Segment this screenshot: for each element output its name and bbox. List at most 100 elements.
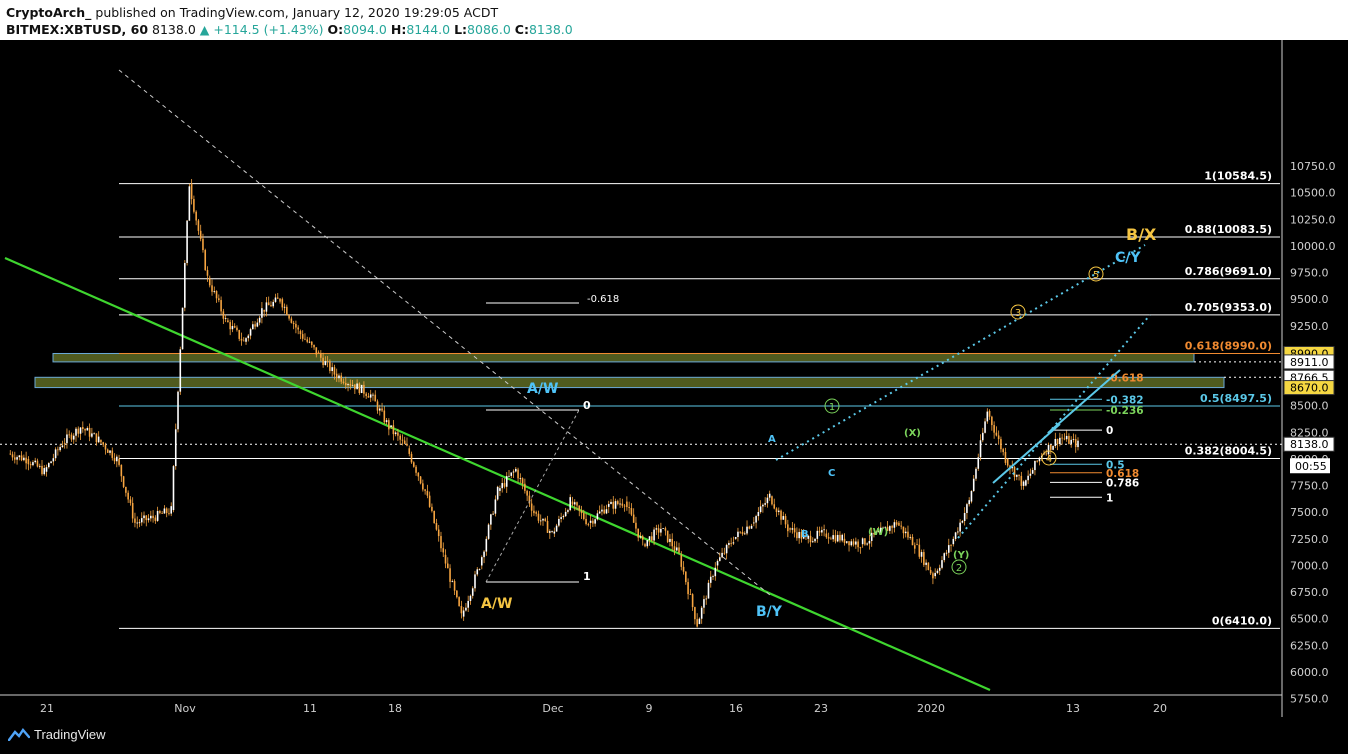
candle-body xyxy=(274,297,277,302)
candle-body xyxy=(381,408,383,411)
candle-body xyxy=(120,464,123,477)
wave-label: A xyxy=(768,434,776,445)
candle-body xyxy=(91,433,93,437)
low-value: 8086.0 xyxy=(467,22,511,37)
candle-body xyxy=(297,327,299,330)
candle-body xyxy=(592,520,594,524)
candle-body xyxy=(845,541,848,543)
candle-body xyxy=(116,456,118,462)
candle-body xyxy=(462,610,465,617)
candle-body xyxy=(77,428,80,434)
candle-body xyxy=(626,501,628,508)
price-chart[interactable]: 1(10584.5) 0.88(10083.5) 0.786(9691.0) 0.70… xyxy=(0,40,1348,717)
candle-body xyxy=(834,535,837,542)
candle-body xyxy=(458,597,460,607)
candle-body xyxy=(197,220,200,231)
candle-body xyxy=(238,330,241,339)
candle-body xyxy=(1074,439,1077,448)
candle-body xyxy=(950,545,952,546)
candle-body xyxy=(902,526,905,534)
candle-body xyxy=(954,532,957,539)
high-value: 8144.0 xyxy=(406,22,451,37)
candle-body xyxy=(52,458,55,462)
wave-circle-label: 5 xyxy=(1093,270,1099,281)
candle-body xyxy=(220,300,222,312)
candle-body xyxy=(535,512,537,514)
candle-body xyxy=(671,538,674,547)
candle-body xyxy=(773,504,776,509)
candle-body xyxy=(354,384,356,390)
fib-small-label: 1 xyxy=(583,570,591,583)
candle-body xyxy=(936,570,939,573)
candle-body xyxy=(394,432,397,435)
candle-body xyxy=(256,322,259,327)
candle-body xyxy=(415,466,417,473)
candle-body xyxy=(231,326,234,330)
candle-body xyxy=(276,297,279,299)
candle-body xyxy=(211,285,213,292)
candle-body xyxy=(93,433,95,435)
candle-body xyxy=(639,536,642,538)
candle-body xyxy=(424,489,426,491)
candle-body xyxy=(916,544,918,545)
price-tick-label: 5750.0 xyxy=(1290,693,1329,706)
candle-body xyxy=(832,535,834,540)
candle-body xyxy=(483,551,485,558)
candle-body xyxy=(233,326,236,328)
tradingview-brand[interactable]: TradingView xyxy=(34,727,106,742)
candle-body xyxy=(72,435,75,440)
candle-body xyxy=(619,503,621,505)
candle-body xyxy=(1029,473,1032,476)
candle-body xyxy=(553,531,556,534)
candle-body xyxy=(349,384,352,386)
fib-small-label: -0.618 xyxy=(587,294,619,305)
projection-fib-label: 1 xyxy=(1106,492,1113,504)
candle-body xyxy=(934,572,936,577)
candle-body xyxy=(861,538,864,545)
candle-body xyxy=(315,347,318,355)
candle-body xyxy=(798,531,800,539)
candle-body xyxy=(356,383,358,390)
candle-body xyxy=(605,509,608,514)
candle-body xyxy=(378,408,381,411)
price-tag-label: 8670.0 xyxy=(1290,382,1329,395)
candle-body xyxy=(351,385,354,387)
candle-body xyxy=(240,338,243,341)
candle-body xyxy=(537,513,540,521)
candle-body xyxy=(573,502,576,505)
candle-body xyxy=(308,341,311,343)
candle-body xyxy=(1068,435,1070,444)
fib-level-label: 0.5(8497.5) xyxy=(1200,392,1272,405)
candle-body xyxy=(687,582,689,595)
candle-body xyxy=(68,434,71,436)
candle-body xyxy=(730,542,732,544)
candle-body xyxy=(150,515,152,519)
candle-body xyxy=(766,497,769,504)
candle-body xyxy=(444,554,447,564)
candle-body xyxy=(653,529,655,541)
candle-body xyxy=(118,458,120,465)
candle-body xyxy=(374,394,377,402)
candle-body xyxy=(947,545,950,553)
candle-body xyxy=(986,411,989,422)
candle-body xyxy=(526,490,528,496)
candle-body xyxy=(610,501,612,504)
candle-body xyxy=(680,554,683,567)
fib-level-label: 0.382(8004.5) xyxy=(1185,444,1272,457)
candle-body xyxy=(25,457,27,464)
candle-body xyxy=(254,324,256,327)
candle-body xyxy=(202,238,204,251)
candle-body xyxy=(821,530,823,533)
author-name[interactable]: CryptoArch_ xyxy=(6,5,91,20)
candle-body xyxy=(929,569,932,574)
candle-body xyxy=(632,514,635,523)
candle-body xyxy=(580,510,583,514)
candle-body xyxy=(612,501,615,509)
candle-body xyxy=(204,250,207,271)
candle-body xyxy=(487,524,490,539)
candle-body xyxy=(682,566,685,572)
candle-body xyxy=(816,530,819,539)
candle-body xyxy=(61,445,64,448)
tradingview-logo-icon[interactable] xyxy=(8,727,30,741)
wave-label: (X) xyxy=(904,428,921,439)
